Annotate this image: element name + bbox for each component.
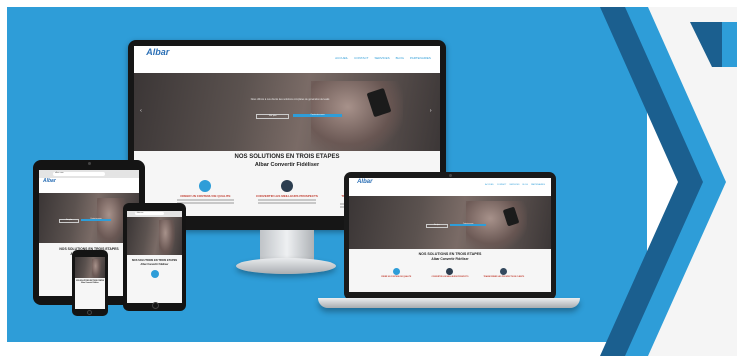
steps-row: CREER UN CONTENU DE QUALITE CONVERTIR LE… (369, 268, 531, 278)
hero-secondary-button[interactable]: Contactez-nous (450, 223, 487, 226)
phone-screen: NOS SOLUTIONS EN TROIS ETAPES Albar Conv… (75, 257, 105, 309)
nav-item-blog[interactable]: BLOG (396, 56, 404, 60)
tablet-camera-icon (87, 162, 91, 165)
section-subtitle: Albar Convertir Fidéliser (140, 263, 169, 267)
step-title: CREER UN CONTENU DE QUALITE (381, 276, 412, 279)
section-subtitle: Albar Convertir Fidéliser (431, 256, 469, 261)
nav-item-partenaires[interactable]: PARTENAIRES (410, 56, 431, 60)
prev-arrow-icon[interactable]: ‹ (140, 108, 144, 114)
solutions-section: NOS SOLUTIONS EN TROIS ETAPES Albar Conv… (127, 255, 182, 303)
step-title: TRANSFORMER LES PROSPECTS EN CLIENTS (483, 276, 525, 279)
section-title: NOS SOLUTIONS EN TROIS ETAPES (234, 154, 340, 161)
tablet-small-screen: albar.com NOS SOLUTIONS EN TROIS ETAPES … (127, 211, 182, 303)
hero-image (92, 259, 102, 278)
step-column: CONVERTIR LES MEILLEURS PROSPECTS (255, 180, 319, 209)
home-button-icon[interactable] (87, 310, 92, 315)
address-bar[interactable]: albar.com (134, 212, 165, 216)
site-header: Albar ACCUEIL CONTACT SERVICES BLOG PART… (134, 46, 440, 74)
hero-image (158, 220, 176, 256)
nav-item-services[interactable]: SERVICES (509, 184, 519, 186)
hero-primary-button[interactable]: Voir plus (59, 218, 79, 223)
hero-primary-button[interactable]: Voir plus (256, 113, 289, 119)
person-icon (446, 268, 454, 276)
corner-accent-shape (722, 22, 737, 67)
step-column: CONVERTIR LES MEILLEURS PROSPECTS (429, 268, 471, 278)
section-title: NOS SOLUTIONS EN TROIS ETAPES (76, 280, 104, 282)
smartphone: NOS SOLUTIONS EN TROIS ETAPES Albar Conv… (72, 250, 108, 316)
hero-banner: Voir plus Contactez-nous (349, 196, 551, 249)
step-title: CREER UN CONTENU DE QUALITE (180, 194, 231, 199)
home-button-icon[interactable] (151, 302, 159, 309)
nav-item-blog[interactable]: BLOG (522, 184, 528, 186)
browser-toolbar: albar.com (39, 170, 139, 178)
handshake-icon (500, 268, 508, 276)
step-title: CONVERTIR LES MEILLEURS PROSPECTS (256, 194, 318, 199)
nav-item-services[interactable]: SERVICES (374, 56, 389, 60)
tablet-small: albar.com NOS SOLUTIONS EN TROIS ETAPES … (123, 203, 186, 311)
monitor-stand-neck (260, 230, 314, 260)
site-nav: ACCUEIL CONTACT SERVICES BLOG PARTENAIRE… (485, 184, 545, 186)
section-subtitle: Albar Convertir Fidéliser (81, 282, 99, 284)
site-header: Albar (39, 177, 139, 193)
step-column: TRANSFORMER LES PROSPECTS EN CLIENTS (483, 268, 525, 278)
chart-icon (199, 180, 212, 193)
chart-icon (392, 268, 400, 276)
section-title: NOS SOLUTIONS EN TROIS ETAPES (131, 259, 178, 263)
address-bar[interactable]: albar.com (53, 171, 105, 177)
section-title: NOS SOLUTIONS EN TROIS ETAPES (418, 251, 482, 256)
hero-primary-button[interactable]: Voir plus (425, 223, 448, 228)
step-title: CONVERTIR LES MEILLEURS PROSPECTS (431, 276, 469, 279)
site-nav: ACCUEIL CONTACT SERVICES BLOG PARTENAIRE… (335, 56, 431, 60)
nav-item-accueil[interactable]: ACCUEIL (485, 184, 494, 186)
hero-banner (75, 257, 105, 278)
promo-banner: Albar ACCUEIL CONTACT SERVICES BLOG PART… (0, 0, 737, 363)
hero-secondary-button[interactable]: Contactez-nous (81, 218, 111, 221)
next-arrow-icon[interactable]: › (430, 108, 434, 114)
chart-icon (150, 270, 159, 279)
solutions-section: NOS SOLUTIONS EN TROIS ETAPES Albar Conv… (75, 277, 105, 309)
laptop: Albar ACCUEIL CONTACT SERVICES BLOG PART… (344, 172, 556, 300)
site-logo[interactable]: Albar (43, 178, 56, 184)
hero-banner (127, 216, 182, 256)
nav-item-contact[interactable]: CONTACT (497, 184, 507, 186)
laptop-camera-icon (448, 174, 452, 177)
solutions-section: NOS SOLUTIONS EN TROIS ETAPES Albar Conv… (349, 248, 551, 292)
nav-item-accueil[interactable]: ACCUEIL (335, 56, 348, 60)
section-subtitle: Albar Convertir Fidéliser (254, 162, 320, 169)
monitor-stand-base (236, 258, 336, 274)
step-column: CREER UN CONTENU DE QUALITE (375, 268, 417, 278)
site-logo[interactable]: Albar (146, 47, 169, 57)
hero-secondary-button[interactable]: Contactez-nous (293, 113, 343, 117)
person-icon (280, 180, 293, 193)
laptop-base (318, 298, 580, 308)
hero-tagline: Nous offrons à nos clients des solutions… (250, 98, 330, 102)
site-logo[interactable]: Albar (357, 179, 372, 185)
hero-banner: ‹ › Nous offrons à nos clients des solut… (134, 73, 440, 152)
nav-item-contact[interactable]: CONTACT (354, 56, 368, 60)
laptop-screen: Albar ACCUEIL CONTACT SERVICES BLOG PART… (349, 178, 551, 292)
site-header: Albar ACCUEIL CONTACT SERVICES BLOG PART… (349, 178, 551, 197)
nav-item-partenaires[interactable]: PARTENAIRES (531, 184, 545, 186)
